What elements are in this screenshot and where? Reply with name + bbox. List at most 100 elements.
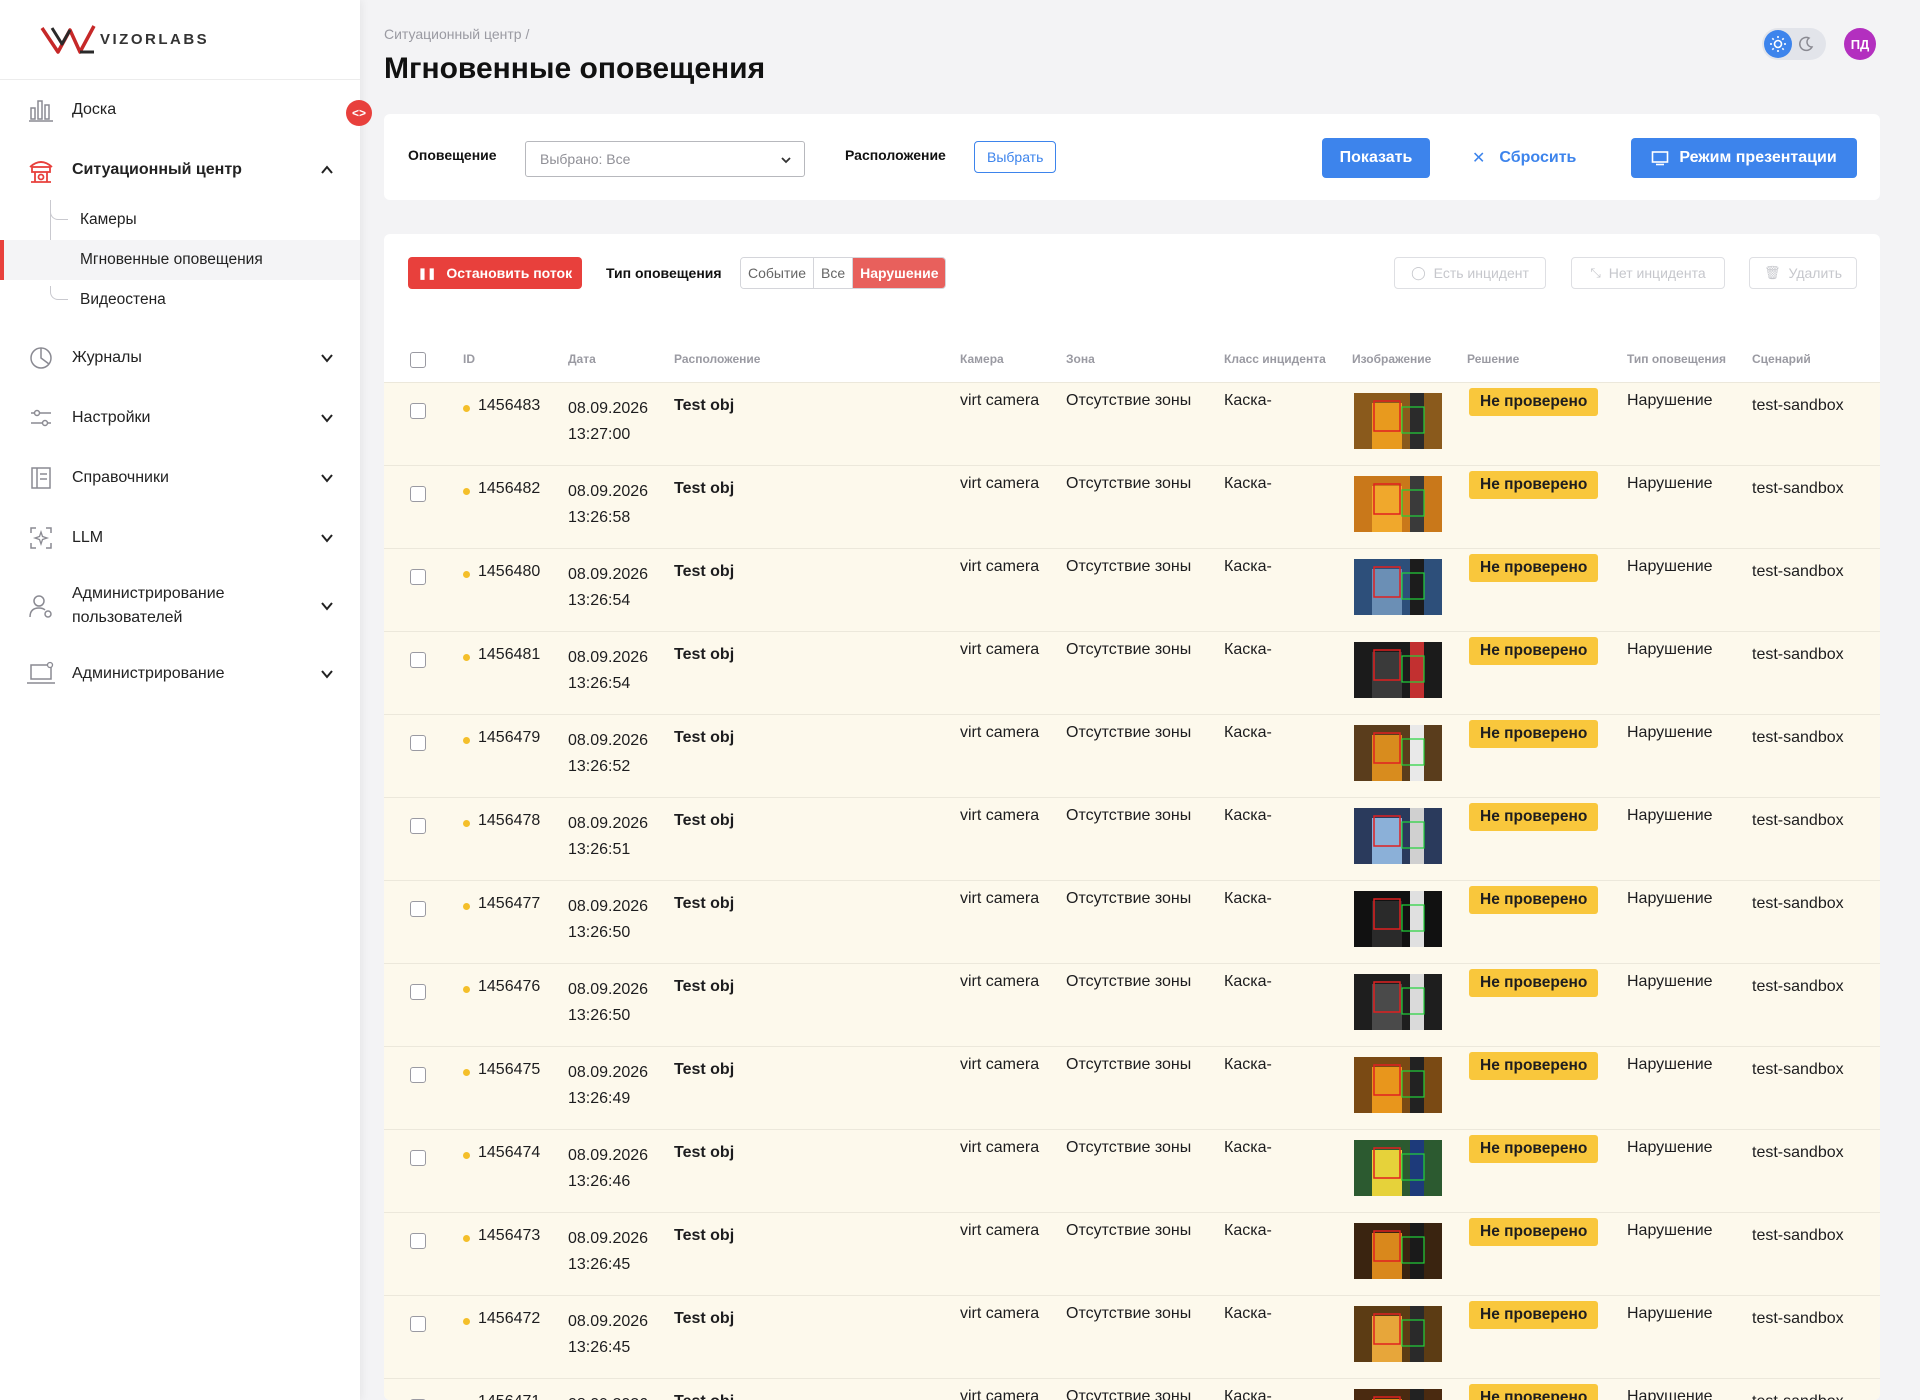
user-avatar[interactable]: ПД [1844,28,1876,60]
table-row[interactable]: 1456480 08.09.2026 13:26:54 Test obj virt ca… [384,548,1880,631]
sidebar-item-settings[interactable]: Настройки [0,388,360,448]
decision-status-badge[interactable]: Не проверено [1469,1135,1599,1163]
has-incident-button[interactable]: ◯ Есть инцидент [1394,257,1546,289]
decision-status-badge[interactable]: Не проверено [1469,720,1599,748]
column-header-incident-class[interactable]: Класс инцидента [1224,352,1326,366]
decision-status-badge[interactable]: Не проверено [1469,886,1599,914]
sidebar-item-references[interactable]: Справочники [0,448,360,508]
sidebar-subitem-videowall[interactable]: Видеостена [0,280,360,320]
cell-id: 1456483 [478,397,541,414]
chevron-down-icon[interactable] [320,351,334,365]
table-row[interactable]: 1456475 08.09.2026 13:26:49 Test obj virt ca… [384,1046,1880,1129]
presentation-mode-button[interactable]: Режим презентации [1631,138,1857,178]
incident-thumbnail[interactable] [1354,1140,1442,1196]
row-checkbox[interactable] [410,403,426,419]
sidebar-item-llm[interactable]: LLM [0,508,360,568]
chevron-down-icon[interactable] [320,531,334,545]
column-header-decision[interactable]: Решение [1467,352,1519,366]
brand-logo[interactable]: VIZORLABS [0,0,360,80]
decision-status-badge[interactable]: Не проверено [1469,637,1599,665]
table-row[interactable]: 1456479 08.09.2026 13:26:52 Test obj virt ca… [384,714,1880,797]
table-row[interactable]: 1456483 08.09.2026 13:27:00 Test obj virt ca… [384,382,1880,465]
row-checkbox[interactable] [410,901,426,917]
table-row[interactable]: 1456473 08.09.2026 13:26:45 Test obj virt ca… [384,1212,1880,1295]
chevron-down-icon[interactable] [320,599,334,613]
incident-thumbnail[interactable] [1354,1223,1442,1279]
select-all-checkbox[interactable] [410,352,426,368]
decision-status-badge[interactable]: Не проверено [1469,471,1599,499]
chevron-down-icon[interactable] [320,471,334,485]
row-checkbox[interactable] [410,1316,426,1332]
sidebar-item-journals[interactable]: Журналы [0,328,360,388]
sidebar-collapse-button[interactable]: <> [346,100,372,126]
incident-thumbnail[interactable] [1354,559,1442,615]
chevron-down-icon[interactable] [320,411,334,425]
sidebar-item-user-admin[interactable]: Администрирование пользователей [0,568,360,644]
alert-select[interactable]: Выбрано: Все [525,141,805,177]
column-header-image[interactable]: Изображение [1352,352,1431,366]
table-row[interactable]: 1456476 08.09.2026 13:26:50 Test obj virt ca… [384,963,1880,1046]
sidebar-item-situation-center[interactable]: Ситуационный центр [0,140,360,200]
column-header-zone[interactable]: Зона [1066,352,1095,366]
row-checkbox[interactable] [410,735,426,751]
table-row[interactable]: 1456481 08.09.2026 13:26:54 Test obj virt ca… [384,631,1880,714]
theme-toggle[interactable] [1762,28,1826,60]
column-header-scenario[interactable]: Сценарий [1752,352,1811,366]
decision-status-badge[interactable]: Не проверено [1469,554,1599,582]
row-checkbox[interactable] [410,652,426,668]
breadcrumb[interactable]: Ситуационный центр / [384,26,529,42]
incident-thumbnail[interactable] [1354,1057,1442,1113]
location-select-button[interactable]: Выбрать [974,141,1057,173]
decision-status-badge[interactable]: Не проверено [1469,803,1599,831]
row-checkbox[interactable] [410,1233,426,1249]
incident-thumbnail[interactable] [1354,974,1442,1030]
table-row[interactable]: 1456482 08.09.2026 13:26:58 Test obj virt ca… [384,465,1880,548]
incident-thumbnail[interactable] [1354,476,1442,532]
table-row[interactable]: 1456472 08.09.2026 13:26:45 Test obj virt ca… [384,1295,1880,1378]
alert-type-event[interactable]: Событие [741,258,814,288]
row-checkbox[interactable] [410,984,426,1000]
row-checkbox[interactable] [410,818,426,834]
show-button[interactable]: Показать [1322,138,1430,178]
incident-thumbnail[interactable] [1354,393,1442,449]
moon-icon[interactable] [1792,30,1820,58]
table-row[interactable]: 1456477 08.09.2026 13:26:50 Test obj virt ca… [384,880,1880,963]
decision-status-badge[interactable]: Не проверено [1469,1301,1599,1329]
decision-status-badge[interactable]: Не проверено [1469,1052,1599,1080]
sidebar-item-admin[interactable]: Администрирование [0,644,360,704]
row-checkbox[interactable] [410,486,426,502]
decision-status-badge[interactable]: Не проверено [1469,1218,1599,1246]
column-header-camera[interactable]: Камера [960,352,1004,366]
sidebar-subitem-cameras[interactable]: Камеры [0,200,360,240]
incident-thumbnail[interactable] [1354,1306,1442,1362]
column-header-location[interactable]: Расположение [674,352,760,366]
incident-thumbnail[interactable] [1354,891,1442,947]
row-checkbox[interactable] [410,1150,426,1166]
decision-status-badge[interactable]: Не проверено [1469,1384,1599,1400]
sidebar-subitem-instant-alerts[interactable]: Мгновенные оповещения [0,240,360,280]
table-row[interactable]: 1456471 08.09.2026 Test obj virt camera Отсу… [384,1378,1880,1400]
column-header-alert-type[interactable]: Тип оповещения [1627,352,1726,366]
no-incident-button[interactable]: ⤡ Нет инцидента [1571,257,1725,289]
column-header-id[interactable]: ID [463,352,475,366]
delete-button[interactable]: 🗑 Удалить [1749,257,1857,289]
chevron-up-icon[interactable] [320,163,334,177]
incident-thumbnail[interactable] [1354,725,1442,781]
column-header-date[interactable]: Дата [568,352,596,366]
decision-status-badge[interactable]: Не проверено [1469,969,1599,997]
sidebar-item-dashboard[interactable]: Доска [0,80,360,140]
table-row[interactable]: 1456478 08.09.2026 13:26:51 Test obj virt ca… [384,797,1880,880]
row-checkbox[interactable] [410,569,426,585]
chevron-down-icon[interactable] [320,667,334,681]
sun-icon[interactable] [1764,30,1792,58]
row-checkbox[interactable] [410,1067,426,1083]
incident-thumbnail[interactable] [1354,1389,1442,1400]
reset-button[interactable]: ✕ Сбросить [1472,138,1576,178]
stop-stream-button[interactable]: ❚❚ Остановить поток [408,257,582,289]
alert-type-violation[interactable]: Нарушение [853,258,946,288]
incident-thumbnail[interactable] [1354,808,1442,864]
incident-thumbnail[interactable] [1354,642,1442,698]
decision-status-badge[interactable]: Не проверено [1469,388,1599,416]
table-row[interactable]: 1456474 08.09.2026 13:26:46 Test obj virt ca… [384,1129,1880,1212]
alert-type-all[interactable]: Все [814,258,854,288]
